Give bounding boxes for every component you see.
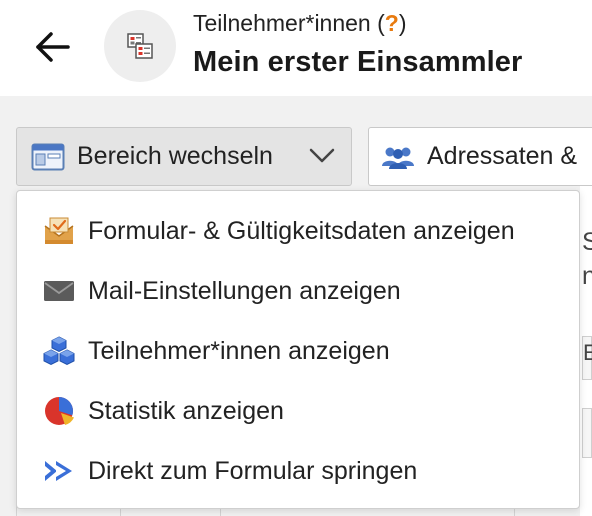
background-field bbox=[582, 408, 592, 458]
app-icon-circle bbox=[104, 10, 176, 82]
window-panel-icon bbox=[31, 143, 65, 170]
background-text: n bbox=[582, 262, 592, 290]
fast-forward-icon bbox=[43, 455, 79, 487]
menu-item-label: Teilnehmer*innen anzeigen bbox=[88, 336, 390, 365]
subtitle-text: Teilnehmer*innen bbox=[193, 10, 371, 36]
background-text: E bbox=[583, 340, 592, 365]
menu-item-label: Statistik anzeigen bbox=[88, 396, 284, 425]
menu-item-form-data[interactable]: Formular- & Gültigkeitsdaten anzeigen bbox=[17, 201, 579, 261]
mail-icon bbox=[43, 275, 79, 307]
cubes-icon bbox=[43, 335, 79, 367]
switch-area-button[interactable]: Bereich wechseln bbox=[16, 127, 352, 186]
menu-item-label: Mail-Einstellungen anzeigen bbox=[88, 276, 401, 305]
recipients-label: Adressaten & bbox=[427, 142, 578, 170]
page-header: Teilnehmer*innen (?) Mein erster Einsamm… bbox=[0, 0, 592, 96]
collector-app-icon bbox=[127, 33, 153, 59]
help-question-icon[interactable]: ? bbox=[385, 10, 399, 36]
menu-item-statistics[interactable]: Statistik anzeigen bbox=[17, 381, 579, 441]
menu-item-mail-settings[interactable]: Mail-Einstellungen anzeigen bbox=[17, 261, 579, 321]
arrow-left-icon bbox=[36, 32, 70, 62]
recipients-button[interactable]: Adressaten & bbox=[368, 127, 592, 186]
form-envelope-icon bbox=[43, 215, 79, 247]
switch-area-label: Bereich wechseln bbox=[77, 142, 273, 170]
menu-item-label: Formular- & Gültigkeitsdaten anzeigen bbox=[88, 216, 515, 245]
page-title: Mein erster Einsammler bbox=[193, 46, 523, 78]
users-icon bbox=[382, 147, 414, 169]
pie-chart-icon bbox=[43, 395, 79, 427]
chevron-down-icon bbox=[309, 148, 335, 163]
back-button[interactable] bbox=[22, 22, 82, 72]
switch-area-dropdown: Formular- & Gültigkeitsdaten anzeigen Ma… bbox=[16, 190, 580, 509]
background-text: S bbox=[582, 228, 592, 256]
menu-item-participants[interactable]: Teilnehmer*innen anzeigen bbox=[17, 321, 579, 381]
menu-item-jump-to-form[interactable]: Direkt zum Formular springen bbox=[17, 441, 579, 501]
page-subtitle: Teilnehmer*innen (?) bbox=[193, 10, 407, 36]
menu-item-label: Direkt zum Formular springen bbox=[88, 456, 418, 485]
